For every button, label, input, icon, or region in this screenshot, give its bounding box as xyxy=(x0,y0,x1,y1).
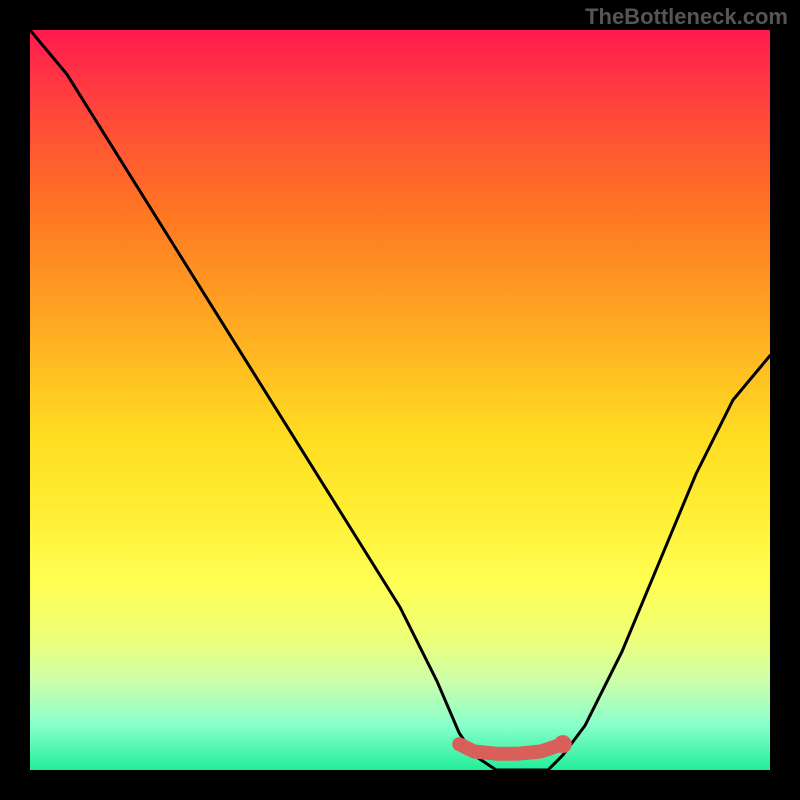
watermark-text: TheBottleneck.com xyxy=(585,4,788,30)
optimal-zone-marker xyxy=(30,30,770,770)
chart-plot-area xyxy=(30,30,770,770)
